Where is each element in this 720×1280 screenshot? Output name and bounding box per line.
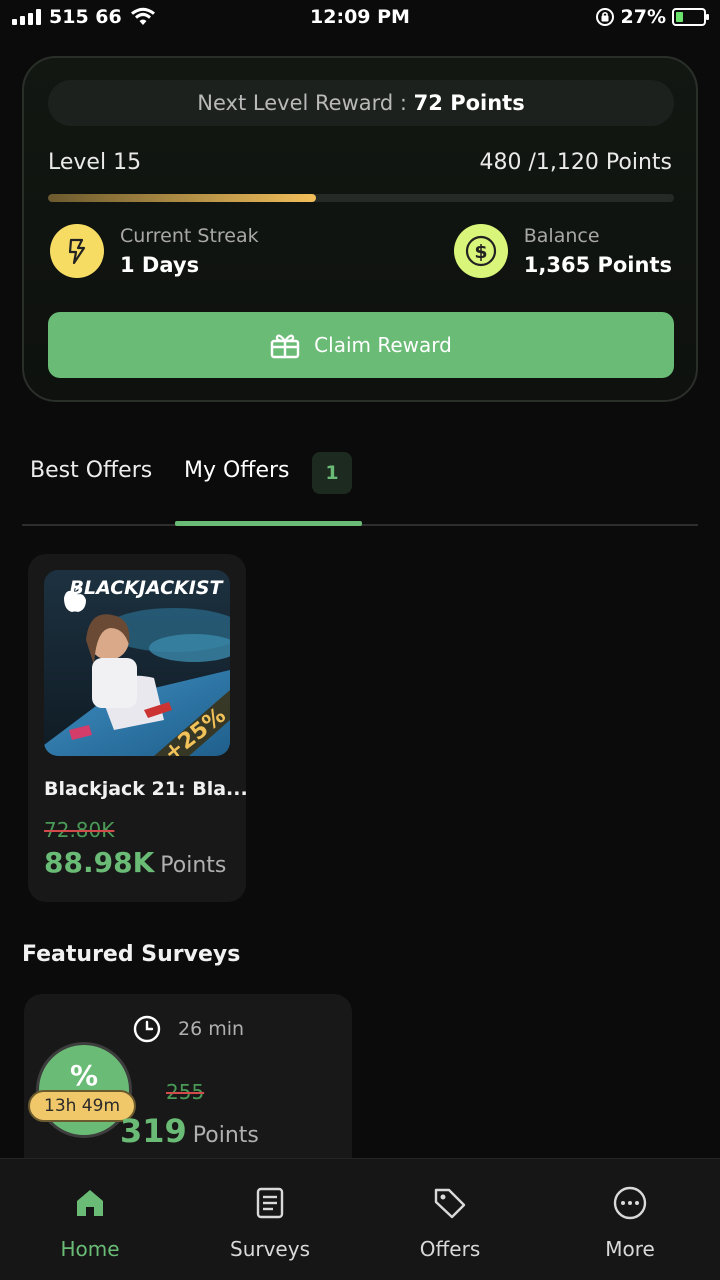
bottom-nav: Home Surveys Offers More	[0, 1158, 720, 1280]
level-progress-bar	[48, 194, 674, 202]
offer-points-unit: Points	[160, 853, 227, 878]
home-icon	[77, 1190, 103, 1216]
claim-reward-label: Claim Reward	[314, 333, 452, 357]
points-progress-label: 480 /1,120 Points	[479, 150, 672, 175]
offer-image-title: BLACKJACKIST	[70, 577, 225, 599]
nav-more[interactable]: More	[560, 1183, 700, 1261]
level-card: Next Level Reward : 72 Points Level 15 4…	[22, 56, 698, 402]
tab-my-offers[interactable]: My Offers	[184, 458, 290, 483]
offer-title: Blackjack 21: Bla...	[44, 778, 248, 800]
balance-stat: $ Balance 1,365 Points	[453, 224, 672, 278]
document-icon	[256, 1187, 284, 1219]
gift-icon	[270, 334, 300, 359]
survey-old-points: 255	[166, 1080, 205, 1104]
dollar-icon: $	[453, 224, 508, 278]
nav-surveys-label: Surveys	[230, 1237, 310, 1261]
level-label: Level 15	[48, 150, 142, 175]
survey-points-value: 319	[120, 1112, 187, 1150]
tag-icon	[434, 1188, 466, 1219]
survey-duration-label: 26 min	[178, 1018, 245, 1040]
offer-tabs: Best Offers My Offers 1	[22, 452, 698, 526]
survey-points-unit: Points	[192, 1123, 259, 1148]
streak-caption: Current Streak	[120, 225, 259, 247]
offer-points-value: 88.98K	[44, 846, 155, 879]
nav-home[interactable]: Home	[20, 1183, 160, 1261]
my-offers-count-badge: 1	[312, 452, 352, 494]
survey-duration: 26 min	[132, 1014, 244, 1044]
percent-icon: %	[69, 1059, 99, 1092]
active-tab-indicator	[175, 521, 362, 526]
offer-card[interactable]: +25% BLACKJACKIST Blackjack 21: Bla... 7…	[28, 554, 248, 902]
tab-best-offers[interactable]: Best Offers	[30, 458, 152, 483]
offer-new-points: 88.98K Points	[44, 846, 226, 879]
more-icon	[613, 1186, 647, 1220]
claim-reward-button[interactable]: Claim Reward	[48, 312, 674, 378]
streak-stat: Current Streak 1 Days	[50, 224, 259, 278]
status-bar: 515 66 12:09 PM 27%	[0, 0, 720, 38]
nav-home-label: Home	[60, 1237, 120, 1261]
next-level-reward: Next Level Reward : 72 Points	[48, 80, 674, 126]
nav-surveys[interactable]: Surveys	[200, 1183, 340, 1261]
clock-icon	[133, 1015, 161, 1043]
next-reward-value: 72 Points	[413, 91, 525, 115]
nav-more-label: More	[605, 1237, 655, 1261]
status-right: 27%	[595, 6, 709, 28]
battery-icon	[672, 8, 709, 26]
streak-value: 1 Days	[120, 253, 200, 277]
nav-offers-label: Offers	[419, 1237, 481, 1261]
svg-text:$: $	[474, 241, 487, 263]
nav-offers[interactable]: Offers	[380, 1183, 520, 1261]
offer-image: +25% BLACKJACKIST	[44, 570, 230, 756]
survey-new-points: 319 Points	[120, 1112, 259, 1150]
next-reward-prefix: Next Level Reward :	[197, 91, 407, 115]
balance-value: 1,365 Points	[523, 253, 672, 277]
battery-percent: 27%	[620, 6, 666, 28]
orientation-lock-icon	[595, 8, 614, 26]
offer-old-points: 72.80K	[44, 818, 115, 842]
level-progress-fill	[48, 194, 317, 202]
featured-surveys-title: Featured Surveys	[22, 942, 241, 967]
balance-caption: Balance	[523, 225, 600, 247]
streak-icon	[50, 224, 104, 278]
